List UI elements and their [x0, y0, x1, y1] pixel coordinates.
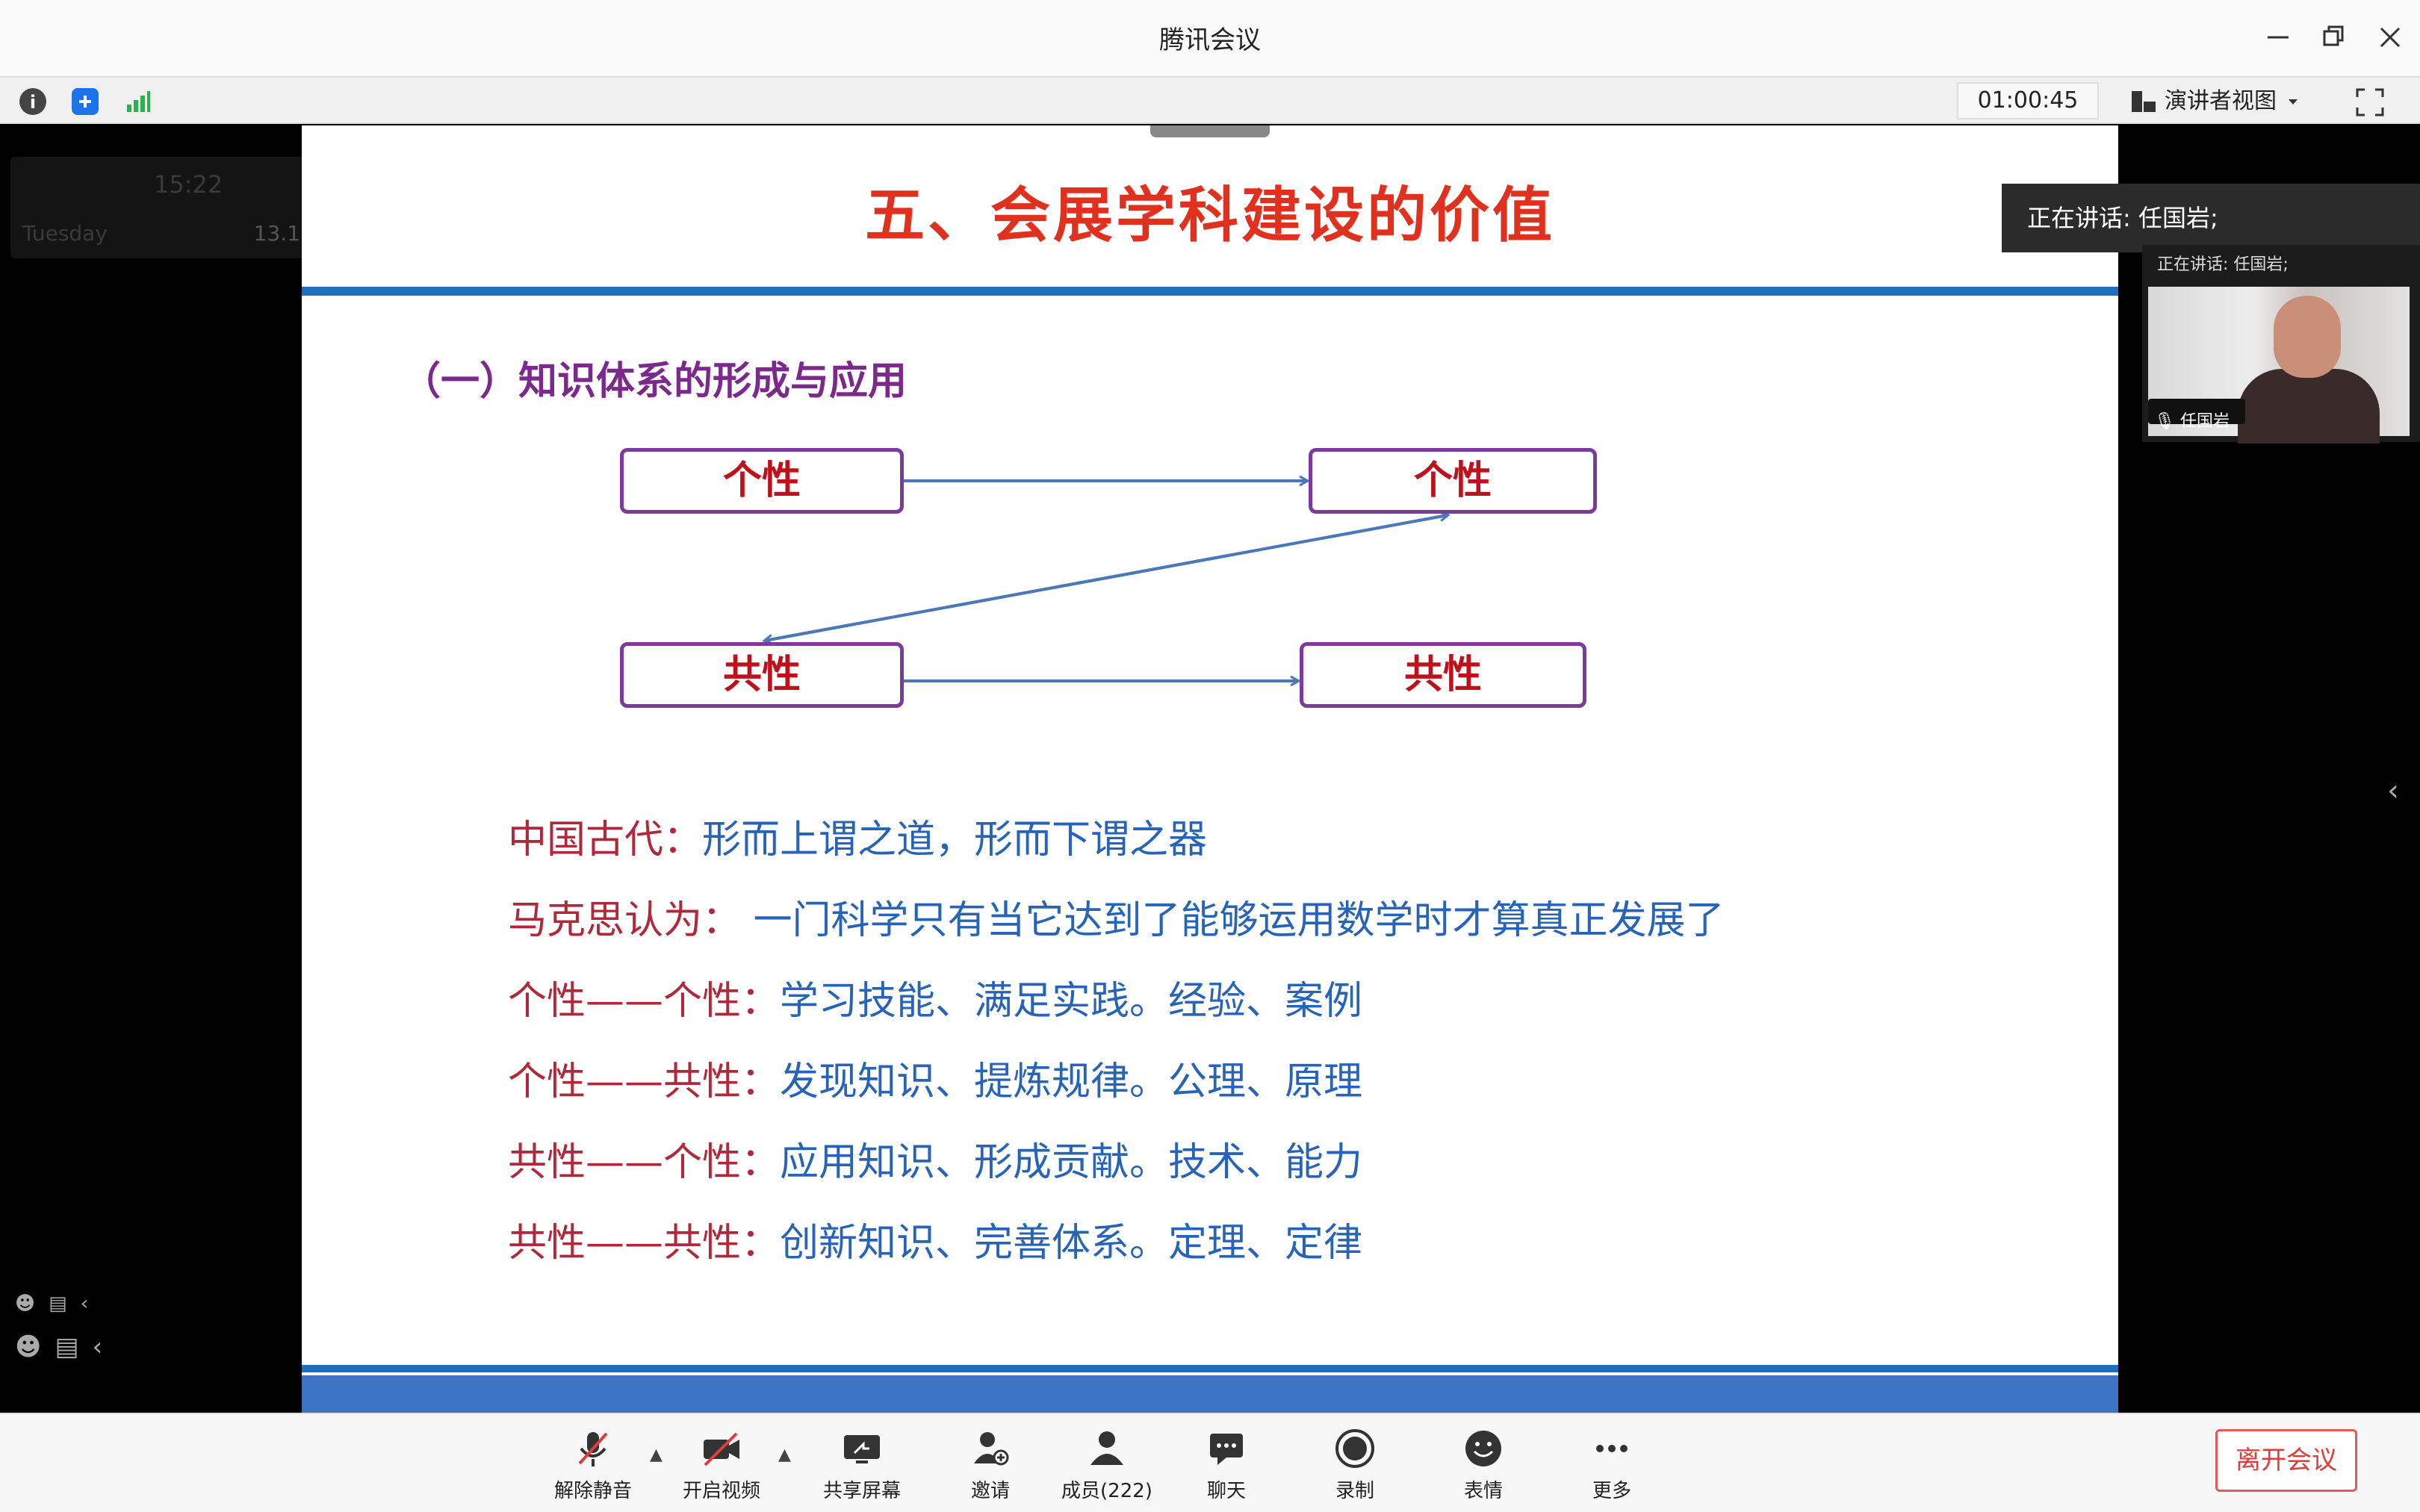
shared-slide: 五、会展学科建设的价值 （一）知识体系的形成与应用 个性 个性 共性 共性 中国…: [302, 125, 2118, 1413]
svg-text:i: i: [30, 92, 36, 113]
video-off-icon: [704, 1432, 739, 1466]
slide-footer-band: [302, 1375, 2118, 1413]
start-video-button[interactable]: 开启视频: [669, 1426, 774, 1503]
share-screen-icon: [844, 1435, 880, 1463]
restore-icon[interactable]: [2312, 16, 2354, 58]
share-indicator-tab[interactable]: [1150, 125, 1270, 137]
subtitle-icon[interactable]: ▤: [49, 1292, 67, 1315]
more-button[interactable]: 更多: [1560, 1426, 1664, 1503]
speaker-body: [2238, 369, 2380, 444]
speaker-name-tag: 🎙 任国岩: [2154, 408, 2230, 432]
slide-text-line: 个性——共性：发现知识、提炼规律。公理、原理: [508, 1060, 1363, 1104]
clock-time: 15:22: [154, 170, 223, 199]
mini-controls: ☻ ▤ ‹: [15, 1325, 102, 1369]
slide-bottom-rule: [302, 1365, 2118, 1372]
chevron-left-icon[interactable]: ‹: [93, 1332, 103, 1362]
speaker-name: 任国岩: [2179, 412, 2230, 431]
slide-subheading: （一）知识体系的形成与应用: [402, 359, 908, 404]
speaker-view-icon: [2132, 91, 2156, 112]
emoji-icon: [1465, 1431, 1501, 1466]
video-options-caret-icon[interactable]: ▲: [778, 1446, 791, 1464]
chat-icon: [1210, 1434, 1243, 1465]
record-button[interactable]: 录制: [1303, 1426, 1407, 1503]
slide-text-line: 共性——个性：应用知识、形成贡献。技术、能力: [508, 1140, 1363, 1185]
meeting-toolbar: 解除静音 ▲ 开启视频 ▲ 共享屏幕 邀请 成员(222) 聊天 录制 表情 更…: [0, 1413, 2420, 1512]
slide-title: 五、会展学科建设的价值: [865, 181, 1555, 250]
invite-button[interactable]: 邀请: [938, 1426, 1043, 1503]
meeting-infobar: i 01:00:45 演讲者视图: [0, 76, 2420, 124]
slide-text-line: 中国古代：形而上谓之道，形而下谓之器: [508, 818, 1208, 862]
clock-day: Tuesday: [22, 221, 108, 246]
leave-meeting-button[interactable]: 离开会议: [2215, 1429, 2357, 1492]
speaker-mini-label: 正在讲话: 任国岩;: [2157, 255, 2289, 274]
speaker-video-tile[interactable]: 正在讲话: 任国岩; 🎙 任国岩: [2142, 245, 2420, 444]
window-title: 腾讯会议: [1159, 25, 1261, 55]
signal-strength-icon[interactable]: [124, 88, 151, 115]
meeting-timer: 01:00:45: [1957, 82, 2099, 119]
info-icon[interactable]: i: [19, 88, 46, 115]
subtitle-icon[interactable]: ▤: [55, 1332, 78, 1362]
slide-text-line: 个性——个性：学习技能、满足实践。经验、案例: [508, 979, 1363, 1024]
more-icon: [1596, 1445, 1628, 1452]
emoji-icon[interactable]: ☻: [15, 1332, 41, 1362]
speaker-head: [2274, 296, 2341, 378]
arrow-top-right-to-bottom-left: [765, 514, 1448, 641]
box-bottom-left: 共性: [620, 642, 904, 708]
slide-text-line: 马克思认为： 一门科学只有当它达到了能够运用数学时才算真正发展了: [508, 898, 1725, 943]
minimize-icon[interactable]: [2257, 16, 2299, 58]
active-speaker-banner: 正在讲话: 任国岩;: [2002, 184, 2420, 252]
security-shield-icon[interactable]: [72, 88, 99, 115]
unmute-button[interactable]: 解除静音: [541, 1426, 645, 1503]
chevron-down-icon: [2289, 99, 2298, 105]
reaction-button[interactable]: 表情: [1431, 1426, 1536, 1503]
slide-top-rule: [302, 287, 2118, 296]
close-icon[interactable]: [2369, 16, 2411, 58]
mini-controls-small: ☻ ▤ ‹: [15, 1281, 88, 1326]
arrow-bottom-left-to-top-right: [764, 515, 1448, 642]
share-screen-button[interactable]: 共享屏幕: [810, 1426, 914, 1503]
window-titlebar: 腾讯会议: [0, 0, 2420, 76]
slide-text-line: 共性——共性：创新知识、完善体系。定理、定律: [508, 1221, 1363, 1266]
box-top-left: 个性: [620, 448, 904, 514]
members-icon: [1090, 1431, 1123, 1465]
box-bottom-right: 共性: [1300, 642, 1586, 708]
mic-icon: 🎙: [2154, 412, 2175, 431]
invite-icon: [974, 1432, 1009, 1466]
collapse-panel-chevron-icon[interactable]: ‹: [2387, 774, 2399, 808]
view-mode-dropdown[interactable]: 演讲者视图: [2130, 84, 2302, 119]
emoji-icon[interactable]: ☻: [15, 1292, 35, 1315]
mic-muted-icon: [578, 1432, 608, 1466]
record-icon: [1335, 1429, 1374, 1468]
audio-options-caret-icon[interactable]: ▲: [650, 1446, 663, 1464]
fullscreen-icon[interactable]: [2353, 85, 2387, 119]
chevron-left-icon[interactable]: ‹: [81, 1292, 88, 1315]
members-button[interactable]: 成员(222): [1055, 1426, 1159, 1503]
box-top-right: 个性: [1309, 448, 1597, 514]
chat-button[interactable]: 聊天: [1174, 1426, 1279, 1503]
view-mode-label: 演讲者视图: [2165, 88, 2277, 114]
